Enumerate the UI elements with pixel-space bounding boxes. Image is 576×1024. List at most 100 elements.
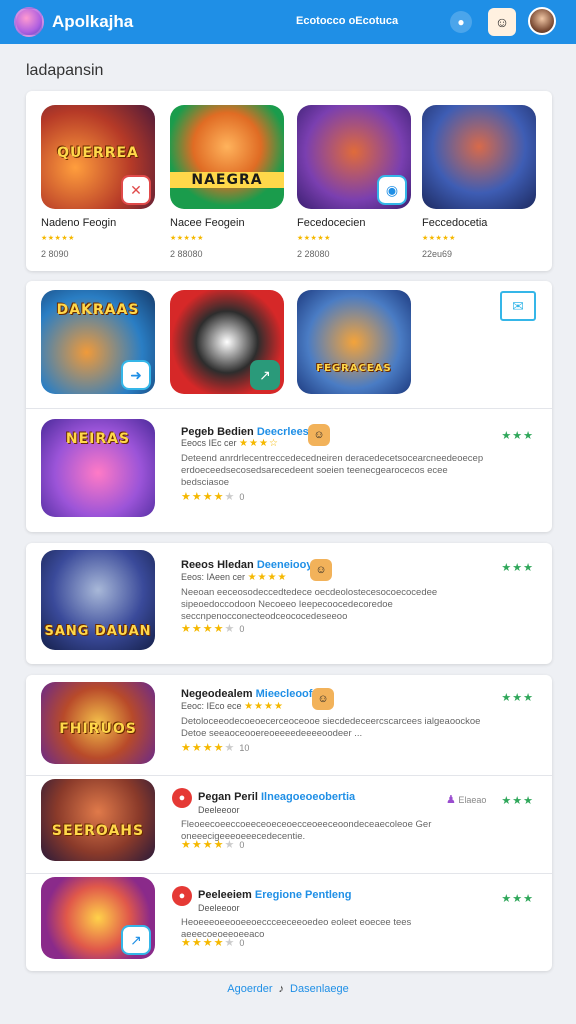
green-rating-stars: ★★★ xyxy=(501,562,534,574)
rating-value: 0 xyxy=(239,492,245,502)
thumb-title: SANG DAUAN xyxy=(44,624,152,639)
green-rating-stars: ★★★ xyxy=(501,893,534,905)
list-item-subtitle: Eeos: IAeen cer ★★★★ xyxy=(181,572,287,583)
rating-stars: ★★★★★ xyxy=(422,235,456,242)
rating-row: ★★★★★ 10 xyxy=(181,742,250,754)
thumb-title: NEIRAS xyxy=(65,430,131,447)
grid-thumb-1[interactable]: DAKRAAS ➜ xyxy=(41,290,155,394)
app-chip-icon: ☺ xyxy=(310,559,332,581)
featured-name[interactable]: Nacee Feogein xyxy=(170,217,245,229)
rating-row: ★★★★★ 0 xyxy=(181,937,245,949)
pin-icon: ♟ xyxy=(446,794,456,806)
list-item-title[interactable]: Reeos Hledan Deeneiooy xyxy=(181,559,312,571)
app-logo[interactable] xyxy=(14,7,44,37)
subtitle-text: Eeos: IAeen cer xyxy=(181,572,246,582)
featured-name[interactable]: Feccedocetia xyxy=(422,217,487,229)
app-chip-icon: ☺ xyxy=(308,424,330,446)
section-title: ladapansin xyxy=(26,62,104,79)
badge-icon: ✕ xyxy=(121,175,151,205)
title-accent: Mieecleoof xyxy=(255,688,313,700)
featured-thumb-4[interactable] xyxy=(422,105,536,209)
list-card-2: SANG DAUAN Reeos Hledan Deeneiooy ☺ Eeos… xyxy=(26,543,552,664)
rating-stars: ★★★★★ xyxy=(297,235,331,242)
grid-thumb-3[interactable]: FEGRACEAS xyxy=(297,290,411,394)
list-thumb[interactable]: SEEROAHS xyxy=(41,779,155,861)
list-card-3: FHIRUOS Negeodealem Mieecleoof ☺ Eeoc: I… xyxy=(26,675,552,971)
list-item-subtitle: Deeleeoor xyxy=(198,903,240,913)
list-item-description: Detoloceeodecoeoecerceoceooe siecdedecee… xyxy=(181,716,481,739)
rating-value: 0 xyxy=(239,840,245,850)
green-rating-stars: ★★★ xyxy=(501,692,534,704)
badge-icon: ↗ xyxy=(250,360,280,390)
footer: Agoerder ♪ Dasenlaege xyxy=(0,983,576,995)
rating-value: 0 xyxy=(239,624,245,634)
badge-icon: ➜ xyxy=(121,360,151,390)
title-text: Reeos Hledan xyxy=(181,559,254,571)
featured-name[interactable]: Fecedocecien xyxy=(297,217,366,229)
list-thumb[interactable]: ↗ xyxy=(41,877,155,959)
app-chip-icon: ☺ xyxy=(312,688,334,710)
category-tag: ♟ Elaeao xyxy=(446,793,486,806)
footer-separator-icon: ♪ xyxy=(278,983,285,995)
badge-icon: ● xyxy=(172,886,192,906)
list-item-description: Neeoan eeceosodeccedtedece oecdeolostece… xyxy=(181,587,438,622)
rating-value: 0 xyxy=(239,938,245,948)
footer-link-right[interactable]: Dasenlaege xyxy=(290,983,349,995)
badge-icon: ● xyxy=(172,788,192,808)
list-item-subtitle: Deeleeoor xyxy=(198,805,240,815)
thumb-title: NAEGRA xyxy=(170,171,284,188)
divider xyxy=(26,408,552,409)
featured-thumb-2[interactable]: NAEGRA xyxy=(170,105,284,209)
grid-thumb-2[interactable]: ↗ xyxy=(170,290,284,394)
list-item-title[interactable]: Pegan Peril Ilneagoeoeobertia xyxy=(198,791,355,803)
download-count: 2 8090 xyxy=(41,249,69,259)
chat-bubble-icon[interactable]: ● xyxy=(450,11,472,33)
list-item-title[interactable]: Negeodealem Mieecleoof xyxy=(181,688,312,700)
thumb-title: SEEROAHS xyxy=(51,823,145,840)
featured-thumb-1[interactable]: QUERREA ✕ xyxy=(41,105,155,209)
rating-stars: ★★★☆ xyxy=(239,438,279,449)
badge-icon: ↗ xyxy=(121,925,151,955)
featured-name[interactable]: Nadeno Feogin xyxy=(41,217,116,229)
title-text: Pegeb Bedien xyxy=(181,426,254,438)
game-tile-icon[interactable]: ☺ xyxy=(488,8,516,36)
list-thumb[interactable]: FHIRUOS xyxy=(41,682,155,764)
footer-link-left[interactable]: Agoerder xyxy=(227,983,272,995)
list-item-subtitle: Eeoc: IEco ece ★★★★ xyxy=(181,701,284,712)
header-link[interactable]: Ecotocco oEcotuca xyxy=(296,15,398,27)
rating-stars: ★★★★ xyxy=(247,572,288,583)
top-app-bar: Apolkajha Ecotocco oEcotuca ● ☺ xyxy=(0,0,576,44)
list-item-subtitle: Eeocs IEc cer ★★★☆ xyxy=(181,438,279,449)
subtitle-text: Eeoc: IEco ece xyxy=(181,701,242,711)
list-item-title[interactable]: Peeleeiem Eregione Pentleng xyxy=(198,889,351,901)
app-title: Apolkajha xyxy=(52,12,134,31)
title-accent: Eregione Pentleng xyxy=(254,889,352,901)
rating-value: 10 xyxy=(239,743,250,753)
list-thumb[interactable]: NEIRAS xyxy=(41,419,155,517)
list-item-title[interactable]: Pegeb Bedien Deecrleesoy xyxy=(181,426,322,438)
title-text: Pegan Peril xyxy=(198,791,258,803)
rating-row: ★★★★★ 0 xyxy=(181,623,245,635)
subtitle-text: Eeocs IEc cer xyxy=(181,438,237,448)
download-count: 2 28080 xyxy=(297,249,330,259)
thumb-title: FHIRUOS xyxy=(59,721,137,738)
rating-stars: ★★★★★ xyxy=(41,235,75,242)
rating-stars: ★★★★ xyxy=(244,701,284,712)
mail-icon[interactable]: ✉ xyxy=(500,291,536,321)
tag-text: Elaeao xyxy=(458,795,487,805)
badge-icon: ◉ xyxy=(377,175,407,205)
divider xyxy=(26,775,552,776)
green-rating-stars: ★★★ xyxy=(501,430,534,442)
list-thumb[interactable]: SANG DAUAN xyxy=(41,550,155,650)
grid-card: DAKRAAS ➜ ↗ FEGRACEAS ✉ NEIRAS Pegeb Bed… xyxy=(26,281,552,532)
divider xyxy=(26,873,552,874)
list-item-description: Deteend anrdrlecentreccedecedneiren dera… xyxy=(181,453,484,488)
title-accent: Ilneagoeoeobertia xyxy=(260,791,356,803)
title-text: Peeleeiem xyxy=(198,889,252,901)
green-rating-stars: ★★★ xyxy=(501,795,534,807)
avatar[interactable] xyxy=(528,7,556,35)
title-text: Negeodealem xyxy=(181,688,253,700)
download-count: 2 88080 xyxy=(170,249,203,259)
thumb-title: QUERREA xyxy=(57,144,139,161)
featured-thumb-3[interactable]: ◉ xyxy=(297,105,411,209)
